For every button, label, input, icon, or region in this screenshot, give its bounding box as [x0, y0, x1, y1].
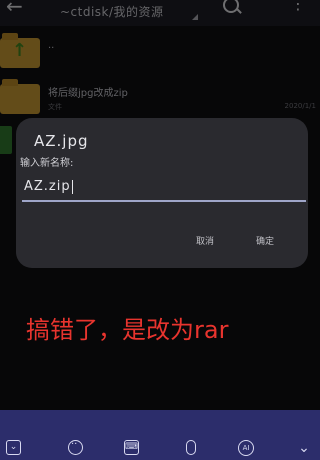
rename-input-value: AZ.zip	[24, 179, 73, 194]
emoji-icon[interactable]	[68, 437, 83, 455]
microphone-icon[interactable]	[186, 440, 196, 455]
ai-icon[interactable]: AI	[238, 440, 254, 456]
annotation-text: 搞错了，是改为rar	[26, 316, 229, 344]
dialog-prompt: 输入新名称:	[20, 158, 74, 169]
rename-dialog: AZ.jpg 输入新名称: AZ.zip 取消 确定	[16, 118, 308, 268]
ok-button[interactable]: 确定	[252, 232, 278, 249]
keyboard-icon[interactable]: ⌨	[124, 440, 139, 455]
cancel-button[interactable]: 取消	[192, 232, 218, 249]
dialog-file-name: AZ.jpg	[34, 132, 89, 150]
text-cursor	[71, 179, 73, 194]
chevron-down-icon[interactable]: ⌄	[296, 440, 312, 456]
keyboard-collapse-icon[interactable]: ⌄	[6, 440, 21, 455]
keyboard-toolbar: ⌄ ⌨ AI ⌄	[0, 410, 320, 460]
